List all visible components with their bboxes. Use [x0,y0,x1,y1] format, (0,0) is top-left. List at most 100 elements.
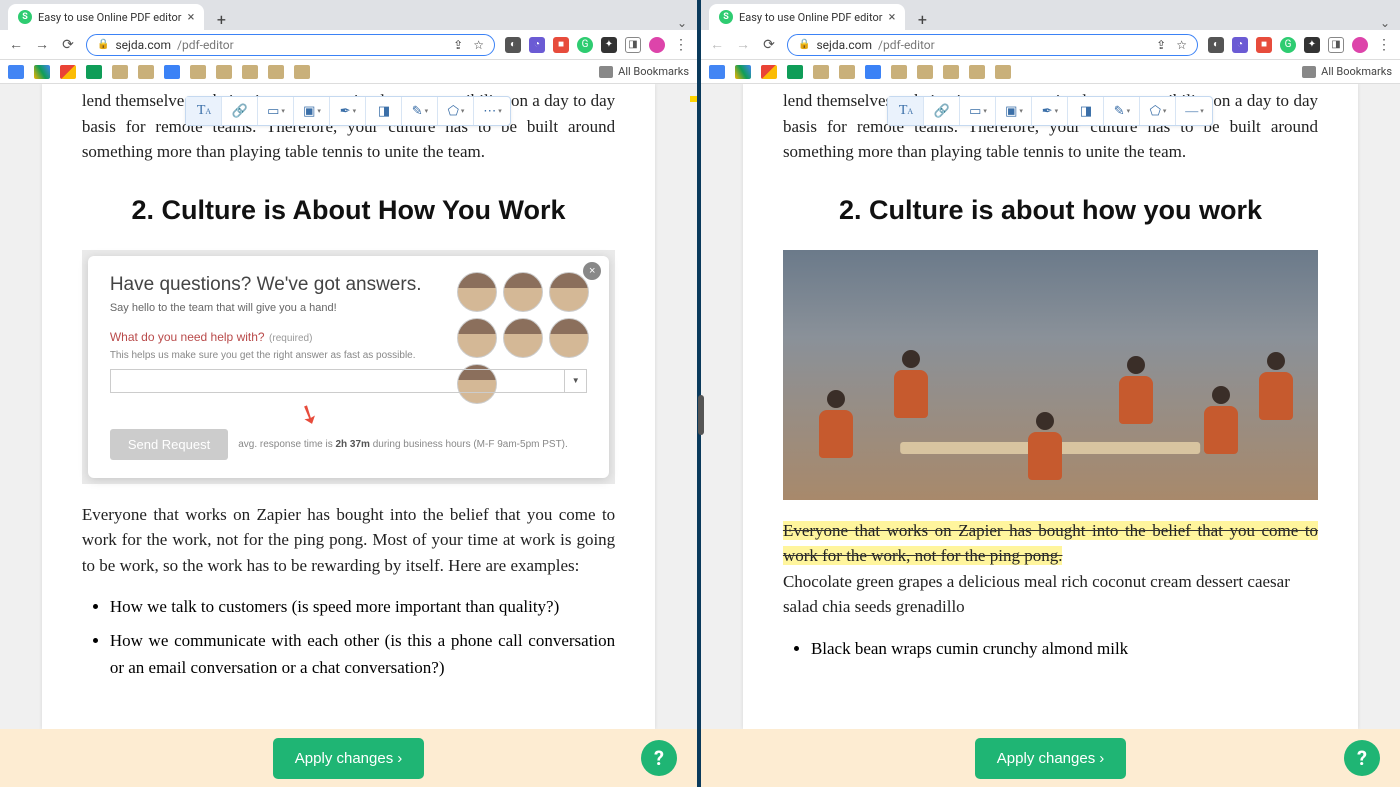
all-bookmarks-button[interactable]: All Bookmarks [1302,65,1392,78]
annotate-tool-button[interactable]: ✎▾ [1104,97,1140,125]
apply-changes-button[interactable]: Apply changes › [273,738,424,779]
profile-avatar-icon[interactable] [1352,37,1368,53]
section-heading[interactable]: 2. Culture is About How You Work [82,195,615,226]
ext-icon[interactable]: ◔ [529,37,545,53]
image-tool-button[interactable]: ▣▾ [996,97,1032,125]
bookmark-icon[interactable] [761,65,777,79]
bookmark-folder-icon[interactable] [112,65,128,79]
bookmark-folder-icon[interactable] [969,65,985,79]
link-tool-button[interactable]: 🔗 [222,97,258,125]
forward-icon[interactable]: → [735,37,751,53]
annotate-tool-button[interactable]: ✎▾ [402,97,438,125]
sign-tool-button[interactable]: ✒▾ [1032,97,1068,125]
paragraph-edited[interactable]: Everyone that works on Zapier has bought… [783,518,1318,569]
ext-icon[interactable]: G [577,37,593,53]
sign-tool-button[interactable]: ✒▾ [330,97,366,125]
chevron-down-icon[interactable]: ▼ [564,370,586,392]
bookmark-folder-icon[interactable] [294,65,310,79]
shape-tool-button[interactable]: ⬠▾ [438,97,474,125]
ext-icon[interactable]: ◐ [505,37,521,53]
ext-icon[interactable]: ◐ [1208,37,1224,53]
bookmark-folder-icon[interactable] [138,65,154,79]
extensions-icon[interactable]: ✦ [1304,37,1320,53]
bullet-list[interactable]: How we talk to customers (is speed more … [110,594,615,681]
profile-avatar-icon[interactable] [649,37,665,53]
bookmark-icon[interactable] [787,65,803,79]
section-heading[interactable]: 2. Culture is about how you work [783,195,1318,226]
new-tab-button[interactable]: + [210,8,232,30]
all-bookmarks-button[interactable]: All Bookmarks [599,65,689,78]
star-icon[interactable]: ☆ [473,38,484,52]
list-item[interactable]: Black bean wraps cumin crunchy almond mi… [811,636,1318,662]
bookmark-icon[interactable] [8,65,24,79]
text-tool-button[interactable]: TA [186,97,222,125]
bookmark-icon[interactable] [60,65,76,79]
sidepanel-icon[interactable]: ◨ [1328,37,1344,53]
bookmark-folder-icon[interactable] [995,65,1011,79]
highlighted-strikethrough[interactable]: Everyone that works on Zapier has bought… [783,521,1318,566]
tabs-overflow-icon[interactable]: ⌄ [1380,16,1390,30]
share-icon[interactable]: ⇪ [1156,38,1166,52]
bookmark-folder-icon[interactable] [891,65,907,79]
bullet-list[interactable]: Black bean wraps cumin crunchy almond mi… [811,636,1318,662]
tabs-overflow-icon[interactable]: ⌄ [677,16,687,30]
shape-tool-button[interactable]: ⬠▾ [1140,97,1176,125]
back-icon[interactable]: ← [709,37,725,53]
list-item[interactable]: How we communicate with each other (is t… [110,628,615,681]
bookmark-folder-icon[interactable] [242,65,258,79]
bookmark-icon[interactable] [735,65,751,79]
whiteout-tool-button[interactable]: ◨ [366,97,402,125]
reload-icon[interactable]: ⟳ [60,37,76,53]
reload-icon[interactable]: ⟳ [761,37,777,53]
help-topic-dropdown[interactable]: ▼ [110,369,587,393]
browser-tab[interactable]: S Easy to use Online PDF editor × [8,4,204,30]
bookmark-icon[interactable] [164,65,180,79]
image-tool-button[interactable]: ▣▾ [294,97,330,125]
bookmark-folder-icon[interactable] [216,65,232,79]
bookmark-icon[interactable] [86,65,102,79]
forward-icon[interactable]: → [34,37,50,53]
bookmark-folder-icon[interactable] [813,65,829,79]
ellipsis-tool-button[interactable]: —▾ [1176,97,1212,125]
whiteout-tool-button[interactable]: ◨ [1068,97,1104,125]
bookmark-icon[interactable] [709,65,725,79]
paragraph-inserted[interactable]: Chocolate green grapes a delicious meal … [783,569,1318,620]
help-fab-button[interactable]: ? [641,740,677,776]
bookmark-folder-icon[interactable] [943,65,959,79]
pane-divider-handle[interactable] [698,395,704,435]
browser-tab[interactable]: S Easy to use Online PDF editor × [709,4,905,30]
kebab-menu-icon[interactable]: ⋮ [1376,37,1392,53]
list-item[interactable]: How we talk to customers (is speed more … [110,594,615,620]
close-icon[interactable]: × [888,10,895,25]
form-tool-button[interactable]: ▭▾ [258,97,294,125]
bookmark-icon[interactable] [865,65,881,79]
share-icon[interactable]: ⇪ [453,38,463,52]
ext-icon[interactable]: G [1280,37,1296,53]
bookmark-folder-icon[interactable] [190,65,206,79]
bookmark-folder-icon[interactable] [268,65,284,79]
ext-icon[interactable]: ■ [1256,37,1272,53]
extensions-icon[interactable]: ✦ [601,37,617,53]
hero-image[interactable] [783,250,1318,500]
pdf-page[interactable]: TA 🔗 ▭▾ ▣▾ ✒▾ ◨ ✎▾ ⬠▾ ⋯▾ lend themselves… [42,84,655,729]
pdf-page[interactable]: TA 🔗 ▭▾ ▣▾ ✒▾ ◨ ✎▾ ⬠▾ —▾ lend themselves… [743,84,1358,729]
form-tool-button[interactable]: ▭▾ [960,97,996,125]
omnibox[interactable]: 🔒 sejda.com/pdf-editor ⇪ ☆ [787,34,1198,56]
star-icon[interactable]: ☆ [1176,38,1187,52]
bookmark-folder-icon[interactable] [839,65,855,79]
back-icon[interactable]: ← [8,37,24,53]
more-tool-button[interactable]: ⋯▾ [474,97,510,125]
ext-icon[interactable]: ■ [553,37,569,53]
sidepanel-icon[interactable]: ◨ [625,37,641,53]
bookmark-icon[interactable] [34,65,50,79]
apply-changes-button[interactable]: Apply changes › [975,738,1126,779]
help-fab-button[interactable]: ? [1344,740,1380,776]
new-tab-button[interactable]: + [911,8,933,30]
paragraph[interactable]: Everyone that works on Zapier has bought… [82,502,615,579]
text-tool-button[interactable]: TA [888,97,924,125]
kebab-menu-icon[interactable]: ⋮ [673,37,689,53]
bookmark-folder-icon[interactable] [917,65,933,79]
close-icon[interactable]: × [187,10,194,25]
ext-icon[interactable]: ◔ [1232,37,1248,53]
link-tool-button[interactable]: 🔗 [924,97,960,125]
